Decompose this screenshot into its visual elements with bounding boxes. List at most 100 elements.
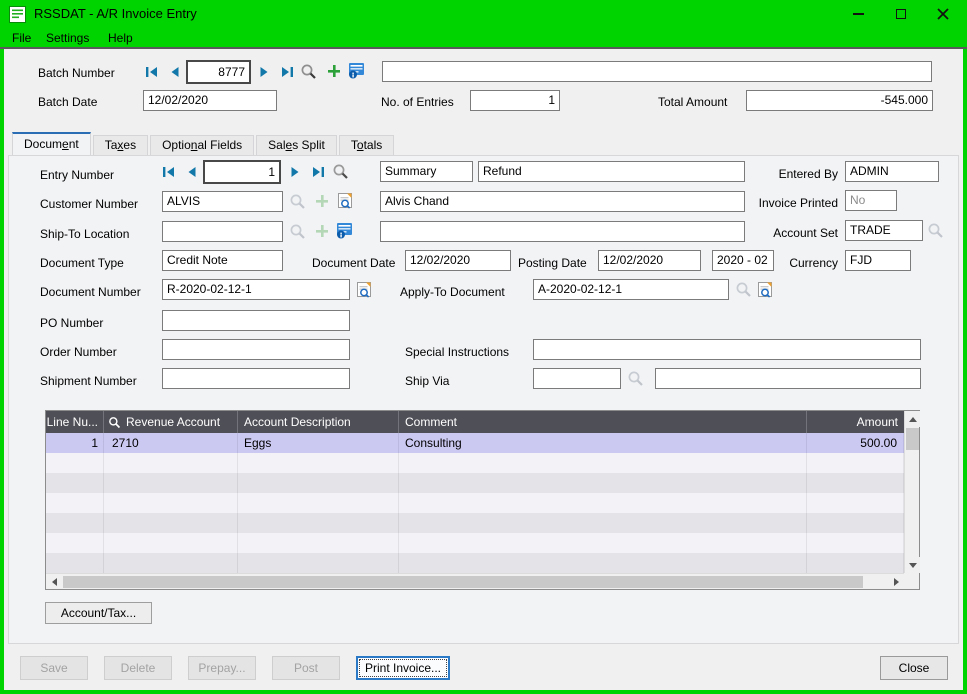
account-set-finder-button[interactable] xyxy=(926,221,944,239)
column-header-comment[interactable]: Comment xyxy=(399,411,807,433)
ship-to-description-field xyxy=(380,221,745,242)
menu-bar: File Settings Help xyxy=(0,28,967,47)
grid-row-empty[interactable] xyxy=(46,473,904,493)
entry-number-label: Entry Number xyxy=(40,168,114,183)
search-icon xyxy=(735,281,752,298)
tab-optional-fields[interactable]: Optional Fields xyxy=(150,135,254,155)
previous-record-icon xyxy=(167,64,183,80)
vertical-scroll-thumb[interactable] xyxy=(906,428,919,450)
batch-date-field[interactable]: 12/02/2020 xyxy=(143,90,277,111)
scroll-up-button[interactable] xyxy=(905,411,920,427)
order-number-field[interactable] xyxy=(162,339,350,360)
account-set-field[interactable]: TRADE xyxy=(845,220,923,241)
shipment-number-field[interactable] xyxy=(162,368,350,389)
inquiry-document-icon xyxy=(337,192,354,209)
grid-row-empty[interactable] xyxy=(46,533,904,553)
menu-help[interactable]: Help xyxy=(108,30,133,46)
column-header-revenue-account[interactable]: Revenue Account xyxy=(104,411,238,433)
document-type-label: Document Type xyxy=(40,256,124,271)
tab-sales-split[interactable]: Sales Split xyxy=(256,135,337,155)
ship-to-drilldown-button[interactable] xyxy=(336,221,354,239)
apply-to-finder-button[interactable] xyxy=(734,280,752,298)
scroll-left-button[interactable] xyxy=(46,574,62,589)
batch-info-drilldown-button[interactable] xyxy=(348,61,366,79)
posting-date-field[interactable]: 12/02/2020 xyxy=(598,250,701,271)
batch-number-field[interactable]: 8777 xyxy=(186,60,251,84)
maximize-button[interactable] xyxy=(886,0,916,28)
document-number-field[interactable]: R-2020-02-12-1 xyxy=(162,279,350,300)
menu-file[interactable]: File xyxy=(12,30,31,46)
vertical-scrollbar[interactable] xyxy=(904,411,919,573)
cell-account-description[interactable]: Eggs xyxy=(238,433,399,453)
scroll-right-button[interactable] xyxy=(888,574,904,589)
cell-revenue-account[interactable]: 2710 xyxy=(104,433,238,453)
apply-to-inquiry-button[interactable] xyxy=(756,280,774,298)
entry-last-button[interactable] xyxy=(309,163,327,181)
tab-totals[interactable]: Totals xyxy=(339,135,394,155)
customer-finder-button[interactable] xyxy=(288,192,306,210)
search-icon xyxy=(627,370,644,387)
po-number-label: PO Number xyxy=(40,316,103,331)
batch-number-label: Batch Number xyxy=(38,66,115,81)
customer-inquiry-button[interactable] xyxy=(336,191,354,209)
grid-row-empty[interactable] xyxy=(46,493,904,513)
entry-type-field[interactable]: Summary xyxy=(380,161,473,182)
batch-finder-button[interactable] xyxy=(299,62,317,80)
document-type-field[interactable]: Credit Note xyxy=(162,250,283,271)
apply-to-field[interactable]: A-2020-02-12-1 xyxy=(533,279,729,300)
minimize-button[interactable] xyxy=(843,0,873,28)
ship-to-finder-button[interactable] xyxy=(288,222,306,240)
ship-via-code-field[interactable] xyxy=(533,368,621,389)
customer-number-field[interactable]: ALVIS xyxy=(162,191,283,212)
next-record-icon xyxy=(256,64,272,80)
cell-comment[interactable]: Consulting xyxy=(399,433,807,453)
chevron-down-icon xyxy=(909,563,917,568)
batch-description-field[interactable] xyxy=(382,61,932,82)
column-header-line-number[interactable]: Line Nu... xyxy=(46,411,104,433)
horizontal-scroll-thumb[interactable] xyxy=(63,576,863,588)
customer-new-button[interactable] xyxy=(313,192,331,210)
batch-next-button[interactable] xyxy=(255,63,273,81)
account-tax-button[interactable]: Account/Tax... xyxy=(45,602,152,624)
cell-amount[interactable]: 500.00 xyxy=(807,433,904,453)
print-invoice-button[interactable]: Print Invoice... xyxy=(356,656,450,680)
po-number-field[interactable] xyxy=(162,310,350,331)
close-button[interactable]: Close xyxy=(880,656,948,680)
grid-row-empty[interactable] xyxy=(46,553,904,573)
batch-prev-button[interactable] xyxy=(166,63,184,81)
grid-row-selected[interactable]: 1 2710 Eggs Consulting 500.00 xyxy=(46,433,904,453)
grid-row-empty[interactable] xyxy=(46,453,904,473)
tab-document[interactable]: Document xyxy=(12,132,91,155)
search-icon xyxy=(332,163,349,180)
add-icon xyxy=(314,223,330,239)
entry-finder-button[interactable] xyxy=(331,162,349,180)
grid-row-empty[interactable] xyxy=(46,513,904,533)
title-bar: RSSDAT - A/R Invoice Entry xyxy=(0,0,967,28)
special-instructions-field[interactable] xyxy=(533,339,921,360)
document-number-inquiry-button[interactable] xyxy=(355,280,373,298)
menu-settings[interactable]: Settings xyxy=(46,30,89,46)
entry-next-button[interactable] xyxy=(286,163,304,181)
customer-number-label: Customer Number xyxy=(40,197,138,212)
close-window-button[interactable] xyxy=(928,0,958,28)
horizontal-scrollbar[interactable] xyxy=(46,573,904,589)
cell-line-number[interactable]: 1 xyxy=(46,433,104,453)
ship-via-description-field[interactable] xyxy=(655,368,921,389)
ship-to-field[interactable] xyxy=(162,221,283,242)
entry-first-button[interactable] xyxy=(160,163,178,181)
tab-taxes[interactable]: Taxes xyxy=(93,135,148,155)
apply-to-label: Apply-To Document xyxy=(400,285,505,300)
column-header-amount[interactable]: Amount xyxy=(807,411,904,433)
document-date-field[interactable]: 12/02/2020 xyxy=(405,250,511,271)
ship-to-new-button[interactable] xyxy=(313,222,331,240)
batch-last-button[interactable] xyxy=(278,63,296,81)
entry-number-field[interactable]: 1 xyxy=(203,160,281,184)
document-number-label: Document Number xyxy=(40,285,141,300)
column-header-account-description[interactable]: Account Description xyxy=(238,411,399,433)
invoice-printed-label: Invoice Printed xyxy=(700,196,838,211)
entry-prev-button[interactable] xyxy=(183,163,201,181)
batch-first-button[interactable] xyxy=(143,63,161,81)
ship-via-finder-button[interactable] xyxy=(626,369,644,387)
scroll-down-button[interactable] xyxy=(905,557,920,573)
batch-new-button[interactable] xyxy=(325,62,343,80)
